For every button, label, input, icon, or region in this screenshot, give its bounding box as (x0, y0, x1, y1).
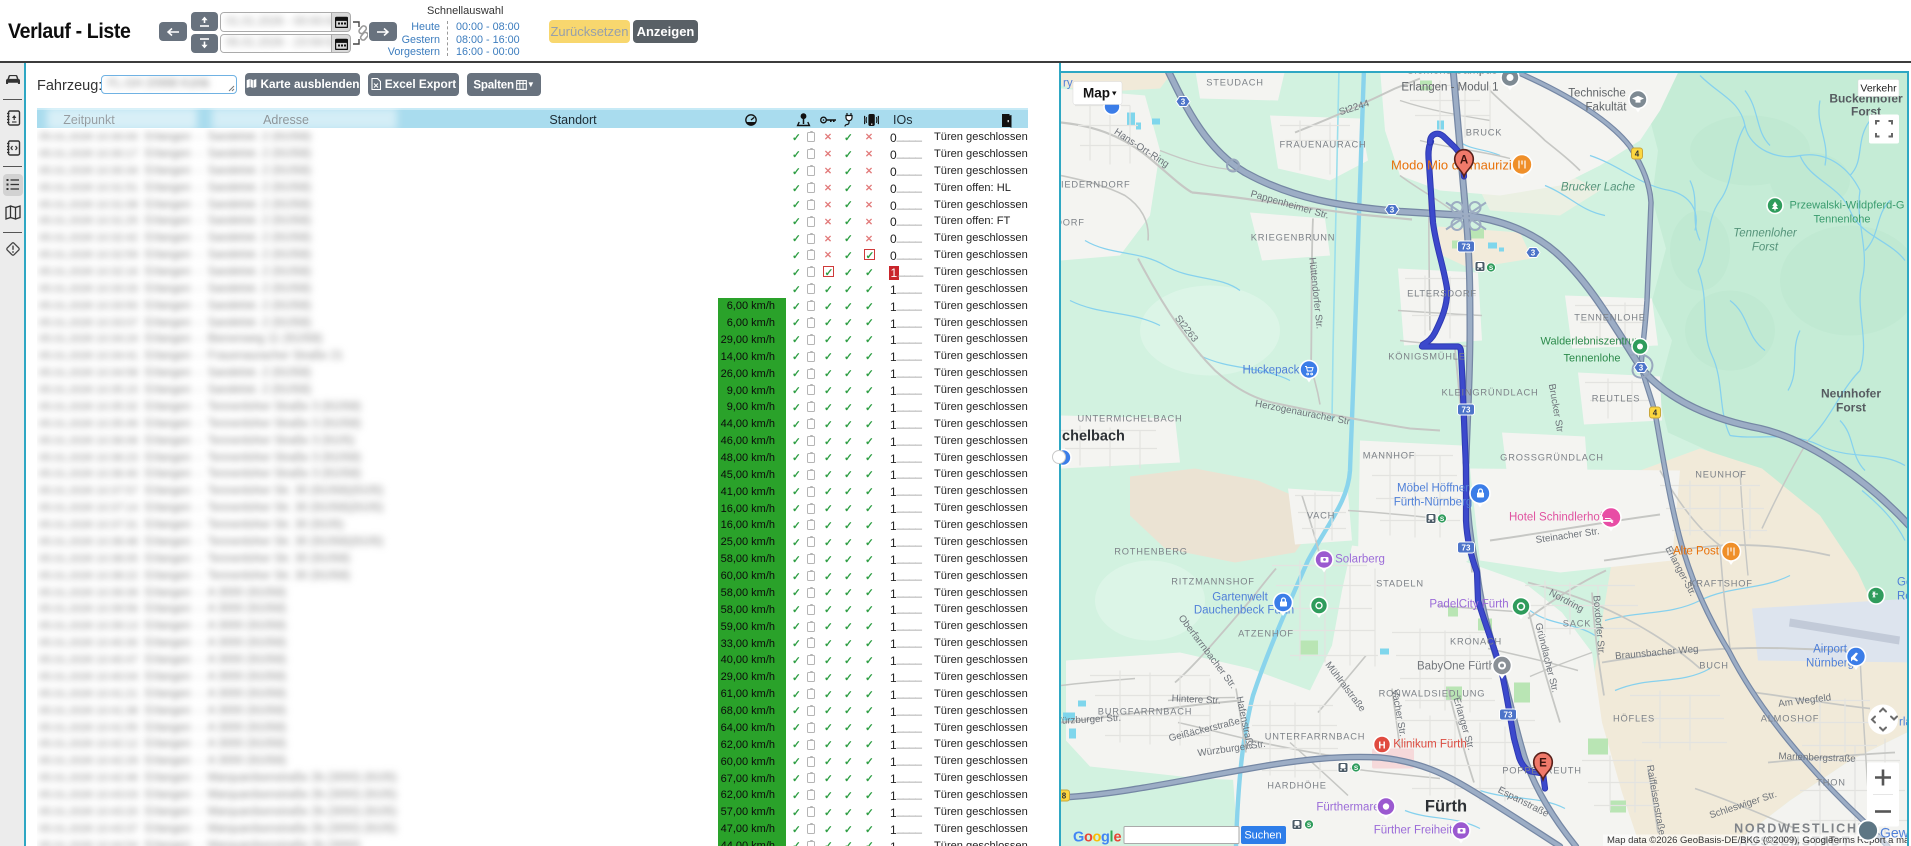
svg-text:Brucker Lache: Brucker Lache (1561, 181, 1635, 193)
svg-text:Forst: Forst (1836, 400, 1866, 414)
svg-text:Map: Map (1083, 85, 1110, 100)
svg-text:8: 8 (1062, 791, 1067, 800)
svg-text:Gewe: Gewe (1880, 824, 1907, 840)
svg-text:Tennenlohe: Tennenlohe (1564, 352, 1621, 364)
svg-text:GROSSGRÜNDLACH: GROSSGRÜNDLACH (1500, 452, 1604, 462)
svg-text:Reic: Reic (1897, 590, 1907, 602)
svg-text:PadelCity Fürth: PadelCity Fürth (1429, 598, 1508, 610)
svg-text:E: E (1539, 757, 1547, 769)
svg-text:73: 73 (1462, 543, 1471, 552)
svg-text:Erlangen - Modul 1: Erlangen - Modul 1 (1401, 81, 1498, 93)
svg-text:Siemens Campus: Siemens Campus (1407, 73, 1498, 77)
svg-text:ry: ry (1063, 77, 1073, 89)
svg-text:KÖNIGSMÜHLE: KÖNIGSMÜHLE (1388, 351, 1466, 361)
svg-text:NORDWESTLICHE: NORDWESTLICHE (1734, 821, 1868, 835)
svg-text:SACK: SACK (1563, 618, 1592, 628)
svg-text:73: 73 (1504, 710, 1513, 719)
svg-text:rla: rla (1899, 716, 1907, 728)
svg-text:Fakultät: Fakultät (1586, 101, 1628, 113)
svg-text:3: 3 (1531, 248, 1536, 257)
svg-text:NIEDERNDORF: NIEDERNDORF (1061, 179, 1130, 189)
svg-text:Map data ©2026 GeoBasis-DE/BKG: Map data ©2026 GeoBasis-DE/BKG (©2009), … (1607, 835, 1833, 846)
svg-text:Suchen: Suchen (1244, 829, 1281, 841)
svg-text:G: G (1073, 829, 1084, 845)
svg-text:Gartenwelt: Gartenwelt (1212, 591, 1268, 603)
svg-text:e: e (1114, 829, 1122, 845)
svg-text:Golf: Golf (1897, 576, 1907, 588)
svg-text:Przewalski-Wildpferd-G: Przewalski-Wildpferd-G (1790, 199, 1905, 211)
svg-text:HARDHÖHE: HARDHÖHE (1267, 780, 1327, 790)
svg-text:3: 3 (1181, 97, 1186, 106)
svg-text:Airport: Airport (1813, 643, 1848, 655)
svg-text:73: 73 (1462, 405, 1471, 414)
svg-text:ALMOSHOF: ALMOSHOF (1761, 713, 1820, 723)
svg-text:UNTERFARRNBACH: UNTERFARRNBACH (1265, 731, 1366, 741)
svg-text:Terms: Terms (1829, 835, 1855, 846)
svg-text:A: A (1460, 154, 1468, 166)
svg-text:Klinikum Fürth: Klinikum Fürth (1393, 738, 1467, 750)
svg-text:THON: THON (1816, 777, 1846, 787)
svg-text:KRAFTSHOF: KRAFTSHOF (1689, 578, 1753, 588)
svg-text:S: S (1440, 515, 1445, 522)
svg-text:Verkehr: Verkehr (1860, 82, 1897, 94)
svg-text:MANNHOF: MANNHOF (1363, 450, 1416, 460)
svg-text:3: 3 (1639, 363, 1644, 372)
svg-text:STEUDACH: STEUDACH (1206, 77, 1264, 87)
svg-text:BabyOne Fürth: BabyOne Fürth (1417, 660, 1495, 672)
svg-text:Möbel Höffner: Möbel Höffner (1397, 482, 1469, 494)
svg-text:Walderlebniszentrum: Walderlebniszentrum (1541, 335, 1644, 347)
svg-text:Tennenloher: Tennenloher (1733, 227, 1798, 239)
svg-text:H: H (1378, 740, 1385, 751)
svg-text:Tennenlohe: Tennenlohe (1814, 213, 1871, 225)
svg-text:VACH: VACH (1307, 510, 1335, 520)
svg-text:michelbach: michelbach (1061, 428, 1125, 444)
svg-text:Huckepack: Huckepack (1243, 364, 1300, 376)
svg-text:ELTERSDORF: ELTERSDORF (1407, 288, 1477, 298)
svg-text:Fürther Freiheit: Fürther Freiheit (1374, 824, 1453, 836)
svg-text:ROTHENBERG: ROTHENBERG (1114, 546, 1188, 556)
svg-text:FRAUENAURACH: FRAUENAURACH (1279, 139, 1366, 149)
svg-text:TENNENLOHE: TENNENLOHE (1574, 312, 1646, 322)
svg-text:NEUNHOF: NEUNHOF (1695, 469, 1747, 479)
svg-text:Solarberg: Solarberg (1335, 553, 1385, 565)
svg-text:UNTERMICHELBACH: UNTERMICHELBACH (1078, 413, 1183, 423)
svg-text:Forst: Forst (1752, 241, 1779, 253)
svg-text:REUTLES: REUTLES (1592, 393, 1640, 403)
svg-text:4: 4 (1653, 408, 1658, 417)
svg-text:S: S (1489, 264, 1494, 271)
svg-text:73: 73 (1462, 242, 1471, 251)
svg-text:BUCH: BUCH (1699, 660, 1729, 670)
svg-text:ATZENHOF: ATZENHOF (1238, 628, 1294, 638)
svg-text:Alte Post: Alte Post (1673, 545, 1720, 557)
svg-text:KRIEGENBRUNN: KRIEGENBRUNN (1251, 232, 1336, 242)
svg-text:KLEINGRÜNDLACH: KLEINGRÜNDLACH (1442, 387, 1539, 397)
svg-text:BRUCK: BRUCK (1466, 127, 1503, 137)
svg-text:3: 3 (1390, 205, 1395, 214)
svg-text:S: S (1354, 764, 1359, 771)
svg-text:DORF: DORF (1061, 217, 1085, 227)
svg-text:Fürth-Nürnberg: Fürth-Nürnberg (1394, 496, 1473, 508)
svg-text:Technische: Technische (1568, 87, 1626, 99)
svg-text:Fürth: Fürth (1425, 797, 1467, 815)
svg-text:HÖFLES: HÖFLES (1613, 713, 1655, 723)
svg-text:S: S (1307, 821, 1312, 828)
svg-text:4: 4 (1635, 149, 1640, 158)
svg-text:RITZMANNSHOF: RITZMANNSHOF (1171, 576, 1254, 586)
svg-text:Hotel Schindlerhof: Hotel Schindlerhof (1509, 511, 1604, 523)
svg-text:KRONACH: KRONACH (1450, 636, 1502, 646)
svg-text:STADELN: STADELN (1376, 578, 1424, 588)
svg-text:Fürthermare: Fürthermare (1316, 801, 1379, 813)
svg-text:Neunhofer: Neunhofer (1821, 386, 1881, 400)
